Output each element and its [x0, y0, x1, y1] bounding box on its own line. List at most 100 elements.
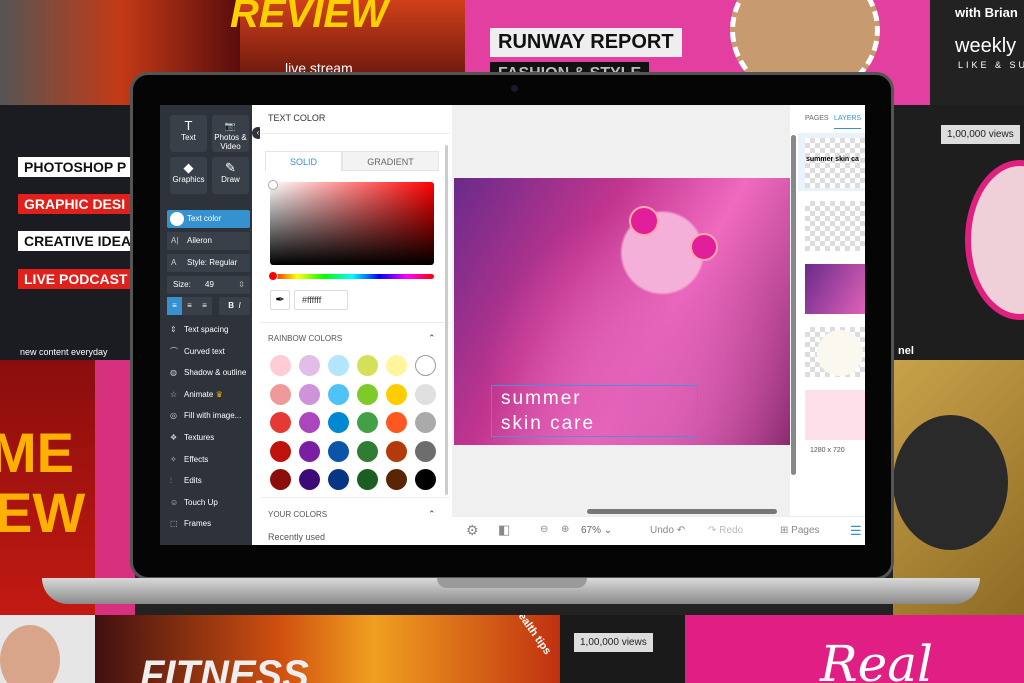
horizontal-scrollbar[interactable]	[587, 509, 777, 514]
saturation-picker[interactable]	[268, 180, 434, 265]
layer-text[interactable]: summer skin ca	[805, 138, 865, 188]
align-right-icon[interactable]: ≡	[197, 297, 212, 315]
thumb-text: RUNWAY REPORT	[490, 28, 682, 57]
color-swatch[interactable]	[270, 469, 291, 490]
color-swatch[interactable]	[299, 412, 320, 433]
panel-scrollbar[interactable]	[445, 145, 448, 495]
pages-button[interactable]: ⊞ Pages	[780, 525, 820, 536]
color-swatch[interactable]	[357, 469, 378, 490]
color-swatch[interactable]	[328, 469, 349, 490]
color-swatch[interactable]	[299, 440, 320, 462]
menu-item-frames[interactable]: ⬚ Frames	[170, 517, 211, 531]
size-input[interactable]: 49	[205, 276, 214, 294]
color-swatch[interactable]	[299, 383, 320, 405]
tool-label: Draw	[221, 175, 240, 184]
menu-item-shadow-outline[interactable]: ◍ Shadow & outline	[170, 366, 246, 380]
font-select[interactable]: A| Aileron	[167, 232, 250, 250]
tab-layers[interactable]: LAYERS	[834, 115, 862, 129]
size-field[interactable]: Size: 49 ⇳	[167, 276, 250, 294]
color-swatch[interactable]	[386, 355, 407, 376]
stepper-icon[interactable]: ⇳	[238, 276, 245, 294]
align-left-icon[interactable]: ≡	[167, 297, 182, 315]
color-swatch[interactable]	[328, 383, 349, 405]
color-swatch[interactable]	[386, 469, 407, 490]
thumb-text: weekly	[955, 35, 1017, 57]
color-swatch[interactable]	[357, 412, 378, 433]
menu-item-edits[interactable]: ⫶ Edits	[170, 474, 202, 488]
zoom-in-icon[interactable]: ⊕	[561, 524, 569, 535]
thumb-text: with Brian	[955, 5, 1018, 20]
color-swatch[interactable]	[357, 440, 378, 462]
italic-icon[interactable]: I	[239, 301, 241, 310]
picker-handle[interactable]	[268, 180, 278, 190]
redo-button[interactable]: ↷ Redo	[708, 525, 743, 536]
menu-item-text-spacing[interactable]: ⇕ Text spacing	[170, 323, 228, 337]
settings-icon[interactable]: ⚙	[466, 522, 479, 539]
layer-circle[interactable]	[805, 327, 865, 377]
photos-video-button[interactable]: 📷 Photos & Video	[212, 115, 249, 152]
menu-item-curved-text[interactable]: ⌒ Curved text	[170, 345, 225, 359]
thumb-text: new content everyday	[20, 347, 108, 357]
collapse-rainbow-icon[interactable]: ⌃	[428, 333, 436, 344]
color-swatch[interactable]	[328, 412, 349, 433]
tab-pages[interactable]: PAGES	[805, 115, 829, 122]
flip-icon[interactable]: ◧	[498, 522, 510, 538]
text-color-button[interactable]: Text color	[167, 210, 250, 228]
tab-gradient[interactable]: GRADIENT	[342, 151, 439, 171]
layers-icon[interactable]: ☰	[850, 523, 862, 539]
bold-icon[interactable]: B	[228, 301, 234, 310]
layer-pattern[interactable]	[805, 201, 865, 251]
color-swatch[interactable]	[415, 383, 436, 405]
layer-photo[interactable]	[805, 264, 865, 314]
graphics-button[interactable]: ◆ Graphics	[170, 157, 207, 194]
canvas-text-line2[interactable]: skin care	[501, 413, 595, 435]
color-swatch[interactable]	[299, 355, 320, 376]
color-swatch[interactable]	[415, 469, 436, 490]
draw-button[interactable]: ✎ Draw	[212, 157, 249, 194]
color-swatch[interactable]	[299, 469, 320, 490]
collapse-your-colors-icon[interactable]: ⌃	[428, 509, 436, 520]
layer-text-label: summer skin ca	[806, 156, 859, 163]
tab-solid[interactable]: SOLID	[265, 151, 342, 171]
color-swatch[interactable]	[357, 383, 378, 405]
menu-item-fill-with-image[interactable]: ◎ Fill with image...	[170, 409, 241, 423]
hue-handle[interactable]	[268, 271, 278, 281]
layer-background[interactable]	[805, 390, 865, 440]
color-swatch[interactable]	[415, 412, 436, 433]
zoom-out-icon[interactable]: ⊖	[540, 524, 548, 535]
thumb-text: CREATIVE IDEA	[18, 231, 135, 251]
text-selection-box[interactable]: summer skin care	[491, 385, 698, 437]
color-swatch[interactable]	[415, 440, 436, 462]
menu-item-animate[interactable]: ☆ Animate ♛	[170, 388, 223, 402]
canvas-text-line1[interactable]: summer	[501, 388, 582, 410]
color-swatch[interactable]	[386, 383, 407, 405]
thumb-text: EW	[0, 481, 86, 544]
align-group: ≡ ≡ ≡	[167, 297, 212, 315]
zoom-level[interactable]: 67% ⌄	[581, 525, 612, 536]
color-swatch[interactable]	[415, 355, 436, 376]
color-swatch[interactable]	[357, 355, 378, 376]
thumb-text: FITNESS	[140, 653, 309, 683]
crown-icon: ♛	[215, 389, 223, 399]
color-swatch[interactable]	[270, 355, 291, 376]
color-swatch[interactable]	[386, 440, 407, 462]
color-swatch[interactable]	[386, 412, 407, 433]
tool-label: Graphics	[172, 175, 205, 184]
color-swatch[interactable]	[270, 412, 291, 433]
color-swatch[interactable]	[328, 440, 349, 462]
text-tool-button[interactable]: T Text	[170, 115, 207, 152]
menu-item-touch-up[interactable]: ☺ Touch Up	[170, 496, 218, 510]
hue-slider[interactable]	[268, 271, 434, 281]
undo-button[interactable]: Undo ↶	[650, 525, 685, 536]
design-photo[interactable]: summer skin care	[454, 178, 790, 445]
eyedropper-button[interactable]: ✒	[270, 290, 290, 310]
hex-input[interactable]: #ffffff	[294, 290, 348, 310]
menu-item-effects[interactable]: ✧ Effects	[170, 453, 208, 467]
color-swatch[interactable]	[328, 355, 349, 376]
style-select[interactable]: A Style: Regular	[167, 254, 250, 272]
menu-item-textures[interactable]: ❖ Textures	[170, 431, 214, 445]
align-center-icon[interactable]: ≡	[182, 297, 197, 315]
color-swatch[interactable]	[270, 440, 291, 462]
vertical-scrollbar[interactable]	[791, 135, 796, 475]
color-swatch[interactable]	[270, 383, 291, 405]
